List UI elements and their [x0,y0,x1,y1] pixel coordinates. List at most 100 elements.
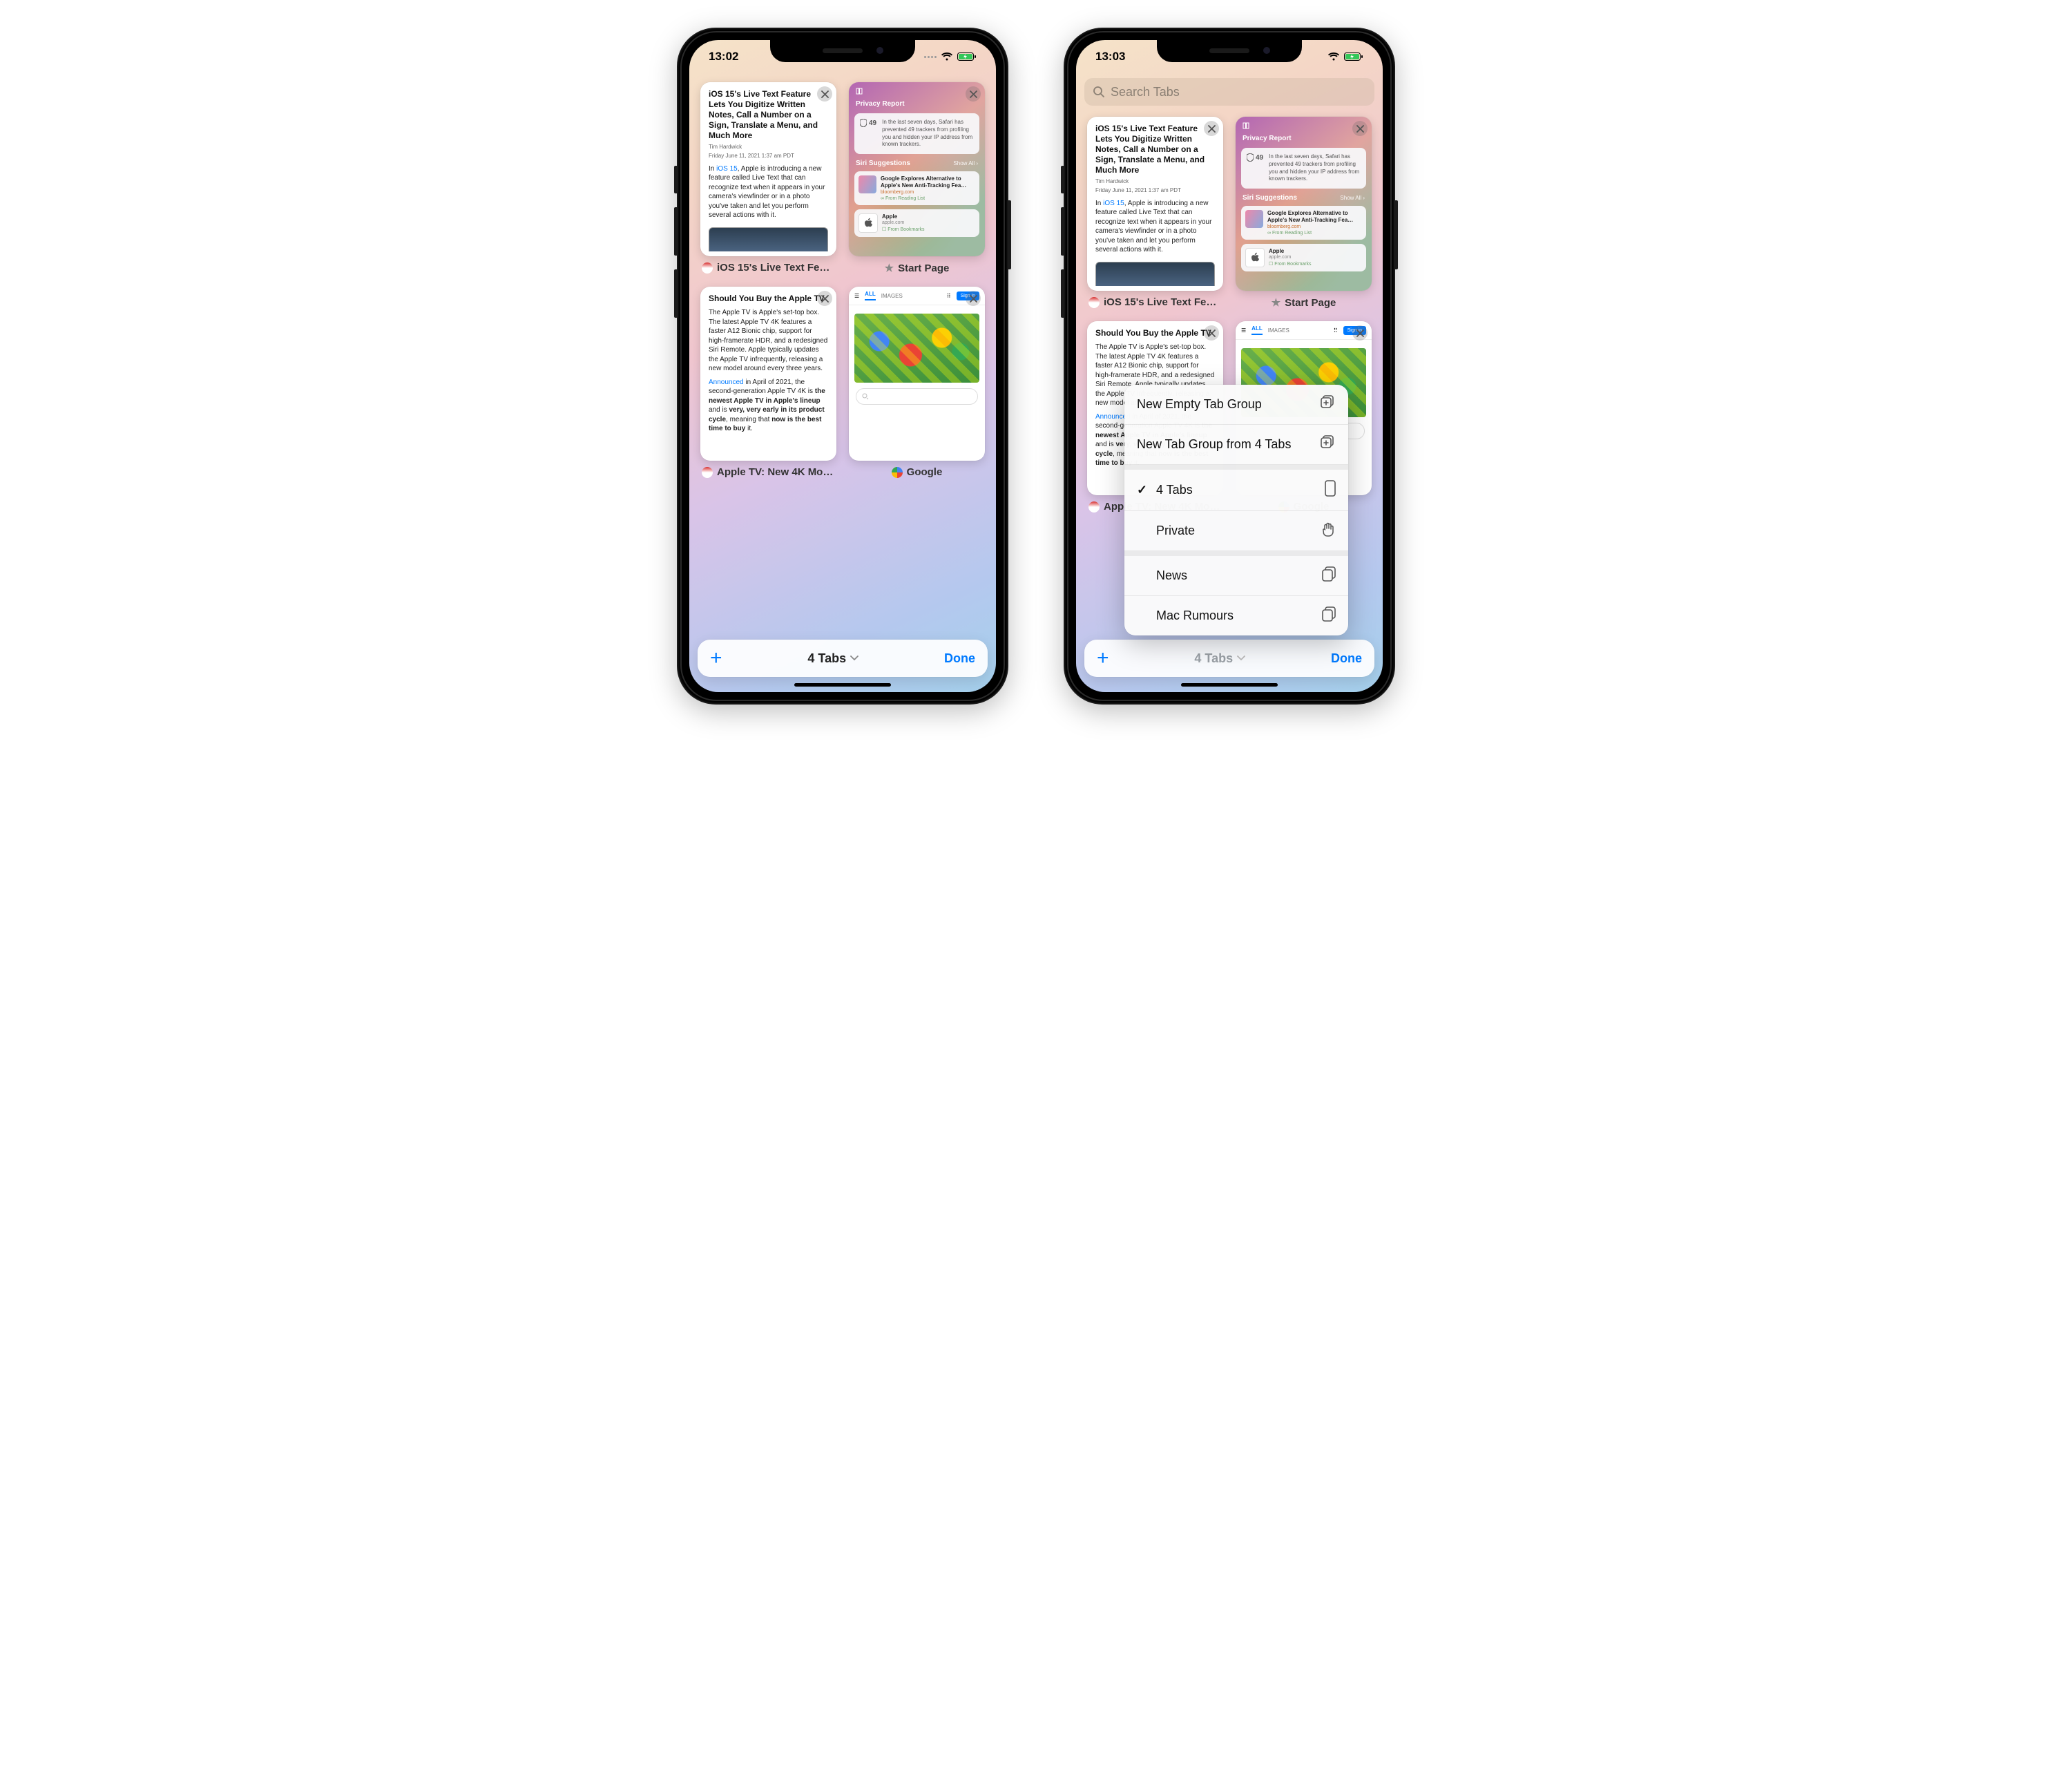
tab-item-3[interactable]: Should You Buy the Apple TV The Apple TV… [700,287,836,478]
suggestion-item-2: Apple apple.com ☐ From Bookmarks [854,209,979,237]
home-indicator[interactable] [1181,683,1278,687]
search-tabs-field[interactable]: Search Tabs [1084,78,1374,106]
favicon-macrumors [1088,501,1100,513]
tab-group-label: 4 Tabs [807,651,846,666]
privacy-report-title: Privacy Report [856,100,905,108]
battery-icon [957,52,977,61]
siri-suggestions-header: Siri Suggestions Show All › [849,155,985,171]
show-all-link: Show All › [953,160,978,166]
hand-icon [1322,521,1336,540]
search-icon [1093,86,1105,98]
close-tab-button[interactable] [817,86,832,102]
tab-thumbnail[interactable]: ☰ ALL IMAGES ⠿ Sign in [849,287,985,461]
status-time: 13:02 [709,50,738,64]
article-link: iOS 15 [716,165,738,173]
tab-item-1[interactable]: iOS 15's Live Text Feature Lets You Digi… [1087,117,1223,309]
wifi-icon [1327,52,1340,61]
wifi-icon [941,52,953,61]
tab-thumbnail[interactable]: iOS 15's Live Text Feature Lets You Digi… [700,82,836,256]
article-p2: Announced in April of 2021, the second-g… [709,378,828,434]
tab-label-row: ★ Start Page [849,260,985,274]
shield-icon [1247,153,1254,162]
done-button[interactable]: Done [944,651,975,666]
tab-item-1[interactable]: iOS 15's Live Text Feature Lets You Digi… [700,82,836,274]
suggestion-item-1: Google Explores Alternative to Apple's N… [854,171,979,205]
status-time: 13:03 [1095,50,1125,64]
phone-frame-left: 13:02 [677,28,1008,705]
book-icon [856,88,863,95]
close-tab-button[interactable] [817,291,832,306]
search-placeholder: Search Tabs [1111,85,1180,99]
close-icon [970,295,977,303]
tab-label: Apple TV: New 4K Mo… [717,466,833,478]
favicon-macrumors [1088,297,1100,308]
close-tab-button[interactable] [966,291,981,306]
close-tab-button[interactable] [1204,325,1219,341]
menu-private[interactable]: Private [1124,511,1348,551]
menu-group-mac-rumours[interactable]: Mac Rumours [1124,596,1348,635]
start-page-header [849,82,985,100]
menu-group-news[interactable]: News [1124,556,1348,596]
tab-label: Start Page [898,262,949,274]
privacy-report-header: Privacy Report [849,100,985,112]
apple-logo-icon [863,218,873,229]
menu-4-tabs[interactable]: ✓4 Tabs [1124,470,1348,511]
privacy-text: In the last seven days, Safari has preve… [882,119,974,149]
tab-thumbnail[interactable]: Privacy Report 49In the last seven days,… [1236,117,1372,291]
new-tab-button[interactable]: + [1097,648,1109,669]
close-tab-button[interactable] [1352,121,1368,136]
notch [1157,40,1302,62]
tab-group-menu[interactable]: New Empty Tab Group New Tab Group from 4… [1124,385,1348,635]
privacy-report-panel: 49 In the last seven days, Safari has pr… [854,113,979,154]
close-icon [1356,125,1364,133]
star-icon: ★ [1272,296,1280,309]
tab-group-picker[interactable]: 4 Tabs [1109,651,1331,666]
article-preview: iOS 15's Live Text Feature Lets You Digi… [700,82,836,256]
tab-label: iOS 15's Live Text Fea… [717,262,835,274]
tab-item-2[interactable]: Privacy Report 49In the last seven days,… [1236,117,1372,309]
tab-item-4[interactable]: ☰ ALL IMAGES ⠿ Sign in [849,287,985,478]
done-button[interactable]: Done [1331,651,1362,666]
menu-new-empty-group[interactable]: New Empty Tab Group [1124,385,1348,425]
tab-label: Google [907,466,943,478]
tab-label-row: iOS 15's Live Text Fea… [700,260,836,274]
battery-icon [1344,52,1363,61]
tab-group-picker[interactable]: 4 Tabs [722,651,944,666]
apple-logo-icon [1250,252,1260,263]
article-lede: In iOS 15, Apple is introducing a new fe… [709,164,828,220]
screen-right: 13:03 Search Tabs [1076,40,1383,692]
tab-thumbnail[interactable]: Privacy Report 49 In the last seven days… [849,82,985,256]
app-switcher-dots [924,56,937,58]
tab-thumbnail[interactable]: iOS 15's Live Text Feature Lets You Digi… [1087,117,1223,291]
close-tab-button[interactable] [966,86,981,102]
close-icon [821,295,829,303]
menu-separator [1124,551,1348,556]
tab-group-label: 4 Tabs [1194,651,1233,666]
google-tab-images: IMAGES [881,293,903,299]
apps-grid-icon: ⠿ [947,293,951,299]
bottom-toolbar: + 4 Tabs Done [1084,640,1374,677]
device-icon [1325,480,1336,500]
hamburger-icon: ☰ [854,293,859,299]
menu-new-group-from-tabs[interactable]: New Tab Group from 4 Tabs [1124,425,1348,465]
close-icon [821,90,829,98]
favicon-macrumors [702,262,713,274]
close-tab-button[interactable] [1204,121,1219,136]
chevron-down-icon [1237,655,1245,661]
tabs-grid[interactable]: iOS 15's Live Text Feature Lets You Digi… [698,78,988,631]
tab-thumbnail[interactable]: Should You Buy the Apple TV The Apple TV… [700,287,836,461]
tab-item-2[interactable]: Privacy Report 49 In the last seven days… [849,82,985,274]
tab-label-row: Google [849,465,985,478]
tab-label-row: Apple TV: New 4K Mo… [700,465,836,478]
close-icon [970,90,977,98]
home-indicator[interactable] [794,683,891,687]
notch [770,40,915,62]
close-tab-button[interactable] [1352,325,1368,341]
tab-group-icon [1322,566,1336,585]
new-group-from-icon [1321,435,1336,454]
star-icon: ★ [885,262,894,274]
new-tab-button[interactable]: + [710,648,722,669]
google-doodle [854,314,979,383]
article-preview: iOS 15's Live Text Feature Lets You Digi… [1087,117,1223,291]
new-group-icon [1321,395,1336,414]
